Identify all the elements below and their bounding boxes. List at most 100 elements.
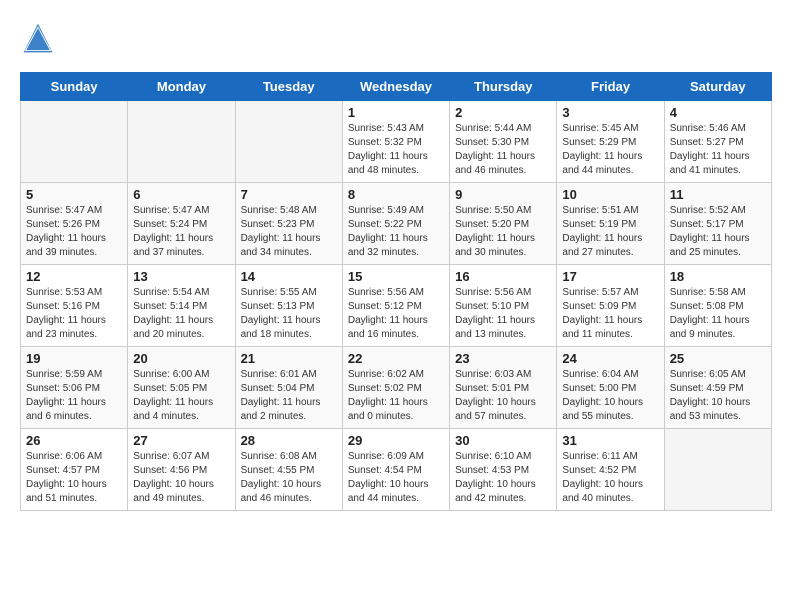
calendar-day-26: 26Sunrise: 6:06 AM Sunset: 4:57 PM Dayli… [21,429,128,511]
calendar-day-12: 12 Sunrise: 5:53 AM Sunset: 5:16 PM Dayli… [21,265,128,347]
calendar-day-3: 3 Sunrise: 5:45 AM Sunset: 5:29 PM Daylig… [557,101,664,183]
day-detail: Sunrise: 5:48 AM Sunset: 5:23 PM Dayligh… [241,204,337,260]
day-detail: Sunrise: 5:46 AM Sunset: 5:27 PM Dayligh… [670,122,766,178]
weekday-header-wednesday: Wednesday [342,73,449,101]
day-number: 20 [133,351,229,366]
calendar-week-row: 5 Sunrise: 5:47 AM Sunset: 5:26 PM Daylig… [21,183,772,265]
calendar-week-row: 26Sunrise: 6:06 AM Sunset: 4:57 PM Dayli… [21,429,772,511]
day-detail: Sunrise: 5:58 AM Sunset: 5:08 PM Dayligh… [670,286,766,342]
day-number: 21 [241,351,337,366]
day-number: 4 [670,105,766,120]
day-detail: Sunrise: 6:11 AM Sunset: 4:52 PM Dayligh… [562,450,658,506]
day-detail: Sunrise: 5:57 AM Sunset: 5:09 PM Dayligh… [562,286,658,342]
calendar-day-19: 19 Sunrise: 5:59 AM Sunset: 5:06 PM Dayli… [21,347,128,429]
day-number: 6 [133,187,229,202]
day-number: 9 [455,187,551,202]
day-detail: Sunrise: 6:09 AM Sunset: 4:54 PM Dayligh… [348,450,444,506]
day-detail: Sunrise: 6:04 AM Sunset: 5:00 PM Dayligh… [562,368,658,424]
day-number: 19 [26,351,122,366]
calendar-day-22: 22 Sunrise: 6:02 AM Sunset: 5:02 PM Dayli… [342,347,449,429]
day-number: 25 [670,351,766,366]
day-number: 15 [348,269,444,284]
day-detail: Sunrise: 6:08 AM Sunset: 4:55 PM Dayligh… [241,450,337,506]
calendar-day-21: 21 Sunrise: 6:01 AM Sunset: 5:04 PM Dayli… [235,347,342,429]
calendar-day-23: 23Sunrise: 6:03 AM Sunset: 5:01 PM Dayli… [450,347,557,429]
calendar-day-4: 4 Sunrise: 5:46 AM Sunset: 5:27 PM Daylig… [664,101,771,183]
day-number: 8 [348,187,444,202]
calendar-day-25: 25 Sunrise: 6:05 AM Sunset: 4:59 PM Dayli… [664,347,771,429]
calendar-day-16: 16 Sunrise: 5:56 AM Sunset: 5:10 PM Dayli… [450,265,557,347]
day-number: 5 [26,187,122,202]
calendar-day-7: 7 Sunrise: 5:48 AM Sunset: 5:23 PM Daylig… [235,183,342,265]
day-number: 13 [133,269,229,284]
day-detail: Sunrise: 5:59 AM Sunset: 5:06 PM Dayligh… [26,368,122,424]
day-number: 30 [455,433,551,448]
calendar-day-14: 14Sunrise: 5:55 AM Sunset: 5:13 PM Dayli… [235,265,342,347]
day-detail: Sunrise: 5:53 AM Sunset: 5:16 PM Dayligh… [26,286,122,342]
day-detail: Sunrise: 6:10 AM Sunset: 4:53 PM Dayligh… [455,450,551,506]
day-number: 7 [241,187,337,202]
day-detail: Sunrise: 6:02 AM Sunset: 5:02 PM Dayligh… [348,368,444,424]
day-detail: Sunrise: 5:52 AM Sunset: 5:17 PM Dayligh… [670,204,766,260]
day-detail: Sunrise: 5:47 AM Sunset: 5:26 PM Dayligh… [26,204,122,260]
calendar-day-11: 11 Sunrise: 5:52 AM Sunset: 5:17 PM Dayli… [664,183,771,265]
page-header [20,20,772,56]
day-detail: Sunrise: 5:51 AM Sunset: 5:19 PM Dayligh… [562,204,658,260]
weekday-header-tuesday: Tuesday [235,73,342,101]
calendar-day-5: 5 Sunrise: 5:47 AM Sunset: 5:26 PM Daylig… [21,183,128,265]
calendar-day-1: 1Sunrise: 5:43 AM Sunset: 5:32 PM Daylig… [342,101,449,183]
day-detail: Sunrise: 5:49 AM Sunset: 5:22 PM Dayligh… [348,204,444,260]
calendar-day-10: 10 Sunrise: 5:51 AM Sunset: 5:19 PM Dayli… [557,183,664,265]
calendar-week-row: 1Sunrise: 5:43 AM Sunset: 5:32 PM Daylig… [21,101,772,183]
calendar-day-24: 24 Sunrise: 6:04 AM Sunset: 5:00 PM Dayli… [557,347,664,429]
day-number: 12 [26,269,122,284]
calendar-day-empty [664,429,771,511]
weekday-header-thursday: Thursday [450,73,557,101]
calendar-week-row: 19 Sunrise: 5:59 AM Sunset: 5:06 PM Dayli… [21,347,772,429]
logo [20,20,60,56]
weekday-header-monday: Monday [128,73,235,101]
day-detail: Sunrise: 6:05 AM Sunset: 4:59 PM Dayligh… [670,368,766,424]
calendar-day-6: 6Sunrise: 5:47 AM Sunset: 5:24 PM Daylig… [128,183,235,265]
calendar-day-9: 9 Sunrise: 5:50 AM Sunset: 5:20 PM Daylig… [450,183,557,265]
logo-icon [20,20,56,56]
weekday-header-saturday: Saturday [664,73,771,101]
day-number: 11 [670,187,766,202]
calendar-day-2: 2 Sunrise: 5:44 AM Sunset: 5:30 PM Daylig… [450,101,557,183]
day-detail: Sunrise: 5:56 AM Sunset: 5:10 PM Dayligh… [455,286,551,342]
calendar-day-30: 30 Sunrise: 6:10 AM Sunset: 4:53 PM Dayli… [450,429,557,511]
day-number: 1 [348,105,444,120]
day-number: 29 [348,433,444,448]
day-number: 24 [562,351,658,366]
calendar-day-31: 31 Sunrise: 6:11 AM Sunset: 4:52 PM Dayli… [557,429,664,511]
day-detail: Sunrise: 6:06 AM Sunset: 4:57 PM Dayligh… [26,450,122,506]
day-number: 2 [455,105,551,120]
day-number: 3 [562,105,658,120]
day-number: 16 [455,269,551,284]
day-number: 31 [562,433,658,448]
day-detail: Sunrise: 5:50 AM Sunset: 5:20 PM Dayligh… [455,204,551,260]
calendar-day-empty [235,101,342,183]
day-number: 18 [670,269,766,284]
day-number: 14 [241,269,337,284]
weekday-header-friday: Friday [557,73,664,101]
day-number: 27 [133,433,229,448]
day-detail: Sunrise: 5:56 AM Sunset: 5:12 PM Dayligh… [348,286,444,342]
day-number: 17 [562,269,658,284]
day-number: 10 [562,187,658,202]
day-detail: Sunrise: 5:45 AM Sunset: 5:29 PM Dayligh… [562,122,658,178]
calendar-day-empty [128,101,235,183]
day-detail: Sunrise: 5:44 AM Sunset: 5:30 PM Dayligh… [455,122,551,178]
weekday-header-row: SundayMondayTuesdayWednesdayThursdayFrid… [21,73,772,101]
day-detail: Sunrise: 5:54 AM Sunset: 5:14 PM Dayligh… [133,286,229,342]
calendar-day-27: 27Sunrise: 6:07 AM Sunset: 4:56 PM Dayli… [128,429,235,511]
day-number: 22 [348,351,444,366]
calendar-day-28: 28Sunrise: 6:08 AM Sunset: 4:55 PM Dayli… [235,429,342,511]
calendar-table: SundayMondayTuesdayWednesdayThursdayFrid… [20,72,772,511]
calendar-day-29: 29 Sunrise: 6:09 AM Sunset: 4:54 PM Dayli… [342,429,449,511]
calendar-day-17: 17 Sunrise: 5:57 AM Sunset: 5:09 PM Dayli… [557,265,664,347]
weekday-header-sunday: Sunday [21,73,128,101]
calendar-day-empty [21,101,128,183]
day-detail: Sunrise: 6:01 AM Sunset: 5:04 PM Dayligh… [241,368,337,424]
day-detail: Sunrise: 6:00 AM Sunset: 5:05 PM Dayligh… [133,368,229,424]
